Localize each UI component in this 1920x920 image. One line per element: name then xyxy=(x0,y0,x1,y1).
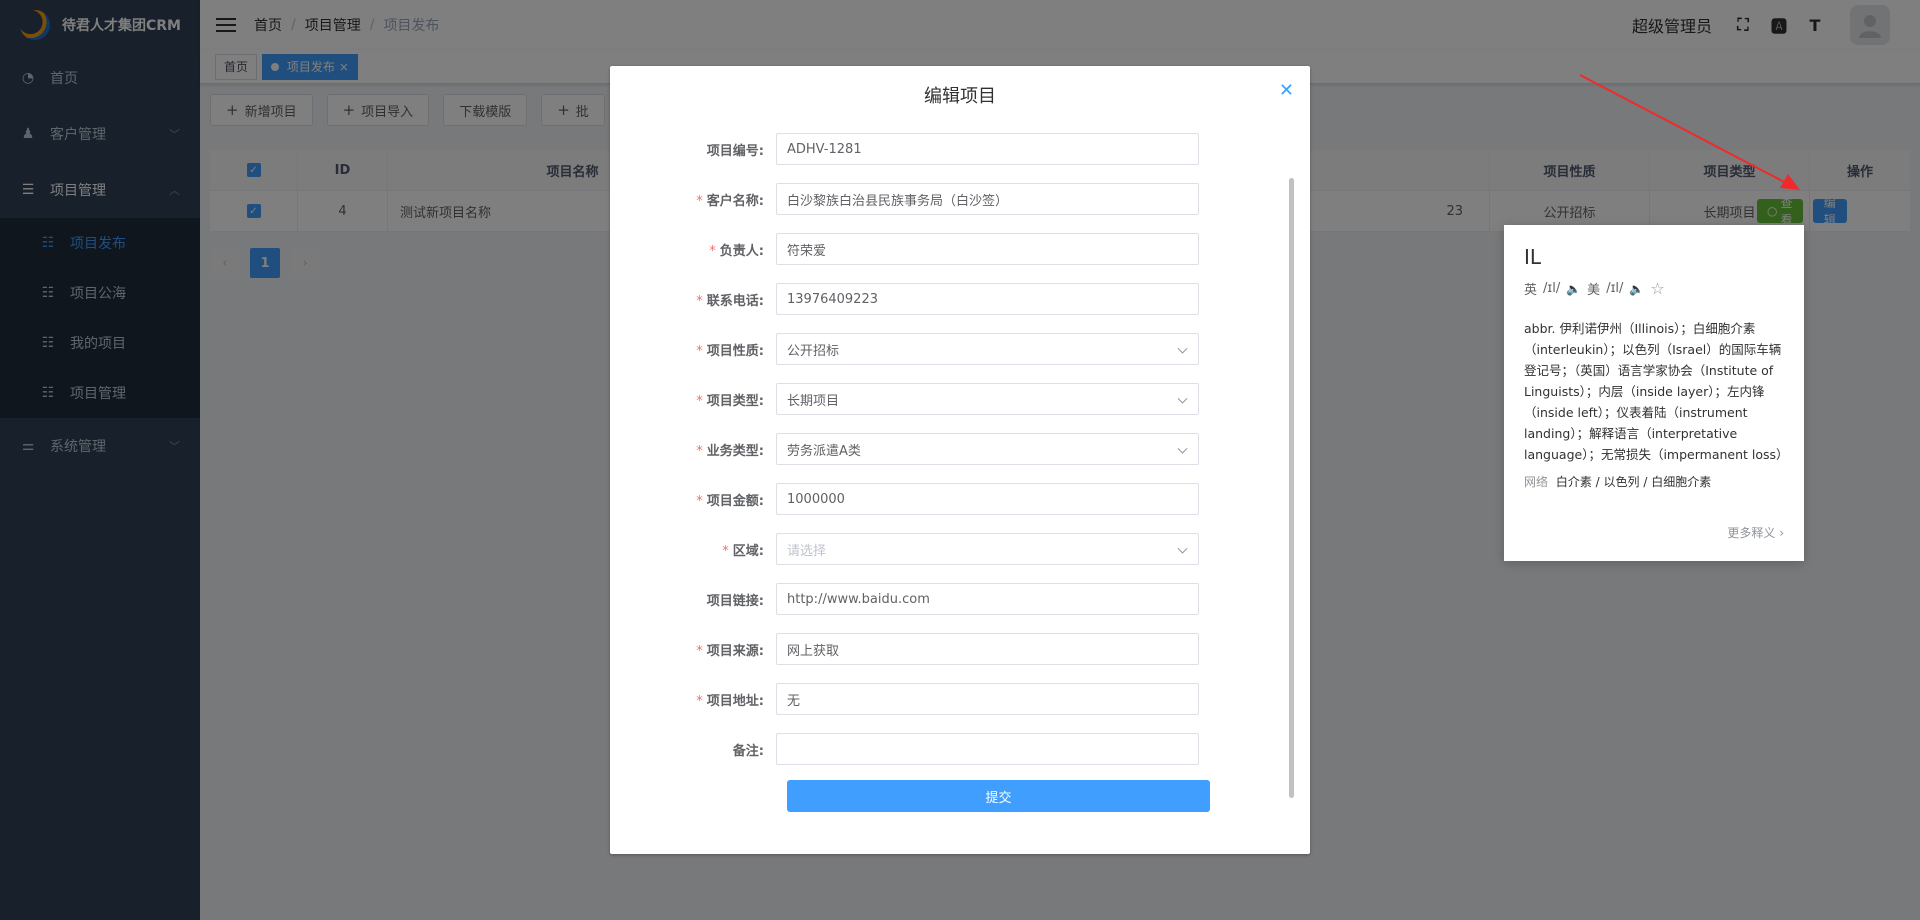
project-link-input[interactable]: http://www.baidu.com xyxy=(776,583,1199,615)
form-row-remark: 备注: xyxy=(610,724,1290,774)
business-type-select[interactable]: 劳务派遣A类 xyxy=(776,433,1199,465)
edit-project-form: 项目编号: ADHV-1281 * 客户名称: 白沙黎族白治县民族事务局（白沙签）… xyxy=(610,124,1290,812)
chevron-down-icon xyxy=(1177,543,1188,554)
dict-definition: abbr. 伊利诺伊州（Illinois）；白细胞介素（interleukin）… xyxy=(1524,321,1789,462)
dict-net-meaning: 网络 白介素 / 以色列 / 白细胞介素 xyxy=(1524,473,1784,490)
uk-phonetic: /ɪl/ xyxy=(1543,281,1561,296)
project-address-input[interactable]: 无 xyxy=(776,683,1199,715)
phone-input[interactable]: 13976409223 xyxy=(776,283,1199,315)
dict-word: IL xyxy=(1524,245,1542,269)
chevron-down-icon xyxy=(1177,393,1188,404)
customer-name-input[interactable]: 白沙黎族白治县民族事务局（白沙签） xyxy=(776,183,1199,215)
us-phonetic: /ɪl/ xyxy=(1606,281,1624,296)
form-row-source: * 项目来源: 网上获取 xyxy=(610,624,1290,674)
amount-input[interactable]: 1000000 xyxy=(776,483,1199,515)
field-label: * 项目类型: xyxy=(696,393,764,409)
field-label: 备注: xyxy=(732,743,764,759)
field-label: 项目编号: xyxy=(706,143,764,159)
select-value: 公开招标 xyxy=(787,343,840,359)
field-label: * 区域: xyxy=(722,543,764,559)
form-row-customer-name: * 客户名称: 白沙黎族白治县民族事务局（白沙签） xyxy=(610,174,1290,224)
form-row-amount: * 项目金额: 1000000 xyxy=(610,474,1290,524)
chevron-down-icon xyxy=(1177,343,1188,354)
us-label: 美 xyxy=(1587,283,1601,298)
form-row-phone: * 联系电话: 13976409223 xyxy=(610,274,1290,324)
form-row-business-type: * 业务类型: 劳务派遣A类 xyxy=(610,424,1290,474)
speaker-icon[interactable]: 🔈 xyxy=(1629,282,1644,296)
more-definitions-link[interactable]: 更多释义 › xyxy=(1727,524,1784,541)
form-row-region: * 区域: 请选择 xyxy=(610,524,1290,574)
form-row-project-code: 项目编号: ADHV-1281 xyxy=(610,124,1290,174)
select-value: 长期项目 xyxy=(787,393,840,409)
field-label: 项目链接: xyxy=(706,593,764,609)
project-code-input[interactable]: ADHV-1281 xyxy=(776,133,1199,165)
form-row-link: 项目链接: http://www.baidu.com xyxy=(610,574,1290,624)
field-label: * 项目来源: xyxy=(696,643,764,659)
project-nature-select[interactable]: 公开招标 xyxy=(776,333,1199,365)
region-select[interactable]: 请选择 xyxy=(776,533,1199,565)
form-row-type: * 项目类型: 长期项目 xyxy=(610,374,1290,424)
select-placeholder: 请选择 xyxy=(787,543,827,559)
field-label: * 联系电话: xyxy=(696,293,764,309)
field-label: * 项目金额: xyxy=(696,493,764,509)
chevron-down-icon xyxy=(1177,443,1188,454)
field-label: * 业务类型: xyxy=(696,443,764,459)
net-value: 白介素 / 以色列 / 白细胞介素 xyxy=(1555,475,1712,489)
remark-input[interactable] xyxy=(776,733,1199,765)
dictionary-popup: IL 英 /ɪl/ 🔈 美 /ɪl/ 🔈 ☆ abbr. 伊利诺伊州（Illin… xyxy=(1504,225,1804,561)
owner-input[interactable]: 符荣爱 xyxy=(776,233,1199,265)
field-label: * 项目性质: xyxy=(696,343,764,359)
project-type-select[interactable]: 长期项目 xyxy=(776,383,1199,415)
edit-project-dialog: 编辑项目 ✕ 项目编号: ADHV-1281 * 客户名称: 白沙黎族白治县民族事… xyxy=(610,66,1310,854)
field-label: * 负责人: xyxy=(709,243,764,259)
arrow-line xyxy=(1579,74,1793,187)
star-icon[interactable]: ☆ xyxy=(1650,279,1664,298)
form-row-address: * 项目地址: 无 xyxy=(610,674,1290,724)
form-row-nature: * 项目性质: 公开招标 xyxy=(610,324,1290,374)
select-value: 劳务派遣A类 xyxy=(787,443,861,459)
field-label: * 客户名称: xyxy=(696,193,764,209)
project-source-input[interactable]: 网上获取 xyxy=(776,633,1199,665)
form-row-owner: * 负责人: 符荣爱 xyxy=(610,224,1290,274)
uk-label: 英 xyxy=(1524,283,1538,298)
speaker-icon[interactable]: 🔈 xyxy=(1566,282,1581,296)
submit-button[interactable]: 提交 xyxy=(787,780,1210,812)
net-label: 网络 xyxy=(1524,475,1549,489)
field-label: * 项目地址: xyxy=(696,693,764,709)
dict-phonetics: 英 /ɪl/ 🔈 美 /ɪl/ 🔈 ☆ xyxy=(1524,279,1784,298)
dialog-title: 编辑项目 xyxy=(924,86,996,107)
annotation-arrow xyxy=(1579,74,1800,190)
close-icon[interactable]: ✕ xyxy=(1279,80,1294,101)
